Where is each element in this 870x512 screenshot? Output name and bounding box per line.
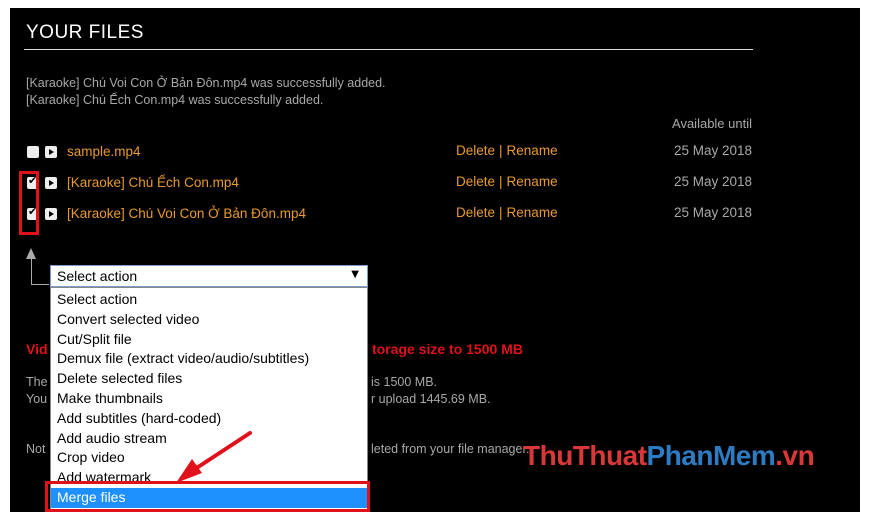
play-icon[interactable] [45,146,57,158]
merge-highlight-box [45,481,370,512]
status-message: [Karaoke] Chú Ếch Con.mp4 was successful… [26,93,324,107]
file-name-link[interactable]: [Karaoke] Chú Ếch Con.mp4 [67,175,239,190]
action-select-value: Select action [57,268,138,284]
delete-link[interactable]: Delete [456,143,495,158]
action-separator: | [499,205,503,220]
file-date: 25 May 2018 [673,205,752,220]
option-make-thumbnails[interactable]: Make thumbnails [51,389,367,409]
action-separator: | [499,174,503,189]
file-name-link[interactable]: [Karaoke] Chú Voi Con Ở Bản Đôn.mp4 [67,206,306,221]
watermark-logo: ThuThuatPhanMem.vn [523,440,815,472]
option-select-action[interactable]: Select action [51,290,367,310]
title-divider [24,49,753,50]
file-actions: Delete | Rename [456,174,558,189]
option-cut-split[interactable]: Cut/Split file [51,330,367,350]
rename-link[interactable]: Rename [507,174,558,189]
file-row: [Karaoke] Chú Voi Con Ở Bản Đôn.mp4 Dele… [10,204,860,224]
rename-link[interactable]: Rename [507,205,558,220]
watermark-part: .vn [775,440,815,471]
status-message: [Karaoke] Chú Voi Con Ở Bản Đôn.mp4 was … [26,76,386,90]
action-separator: | [499,143,503,158]
storage-info: You [26,392,48,406]
files-panel: YOUR FILES [Karaoke] Chú Voi Con Ở Bản Đ… [10,8,860,512]
file-date: 25 May 2018 [673,174,752,189]
option-demux[interactable]: Demux file (extract video/audio/subtitle… [51,349,367,369]
delete-link[interactable]: Delete [456,205,495,220]
file-date: 25 May 2018 [673,143,752,158]
checkbox-highlight-box [19,171,39,235]
storage-info: The [26,375,48,389]
video-limit-notice: torage size to 1500 MB [372,341,523,357]
file-actions: Delete | Rename [456,205,558,220]
arrow-connector [31,258,32,284]
watermark-part: ThuThuat [523,440,647,471]
storage-info: r upload 1445.69 MB. [371,392,491,406]
option-delete-files[interactable]: Delete selected files [51,369,367,389]
file-row: [Karaoke] Chú Ếch Con.mp4 Delete|Rename … [10,173,860,193]
file-row: sample.mp4 Delete | Rename 25 May 2018 [10,142,860,162]
dropdown-caret-icon: ▼ [351,269,359,280]
rename-link[interactable]: Rename [507,143,558,158]
available-until-header: Available until [672,116,752,131]
action-select[interactable]: Select action ▼ [50,265,368,287]
play-icon[interactable] [45,208,57,220]
red-arrow-icon [176,431,252,483]
delete-link[interactable]: Delete [456,174,495,189]
option-convert-video[interactable]: Convert selected video [51,310,367,330]
file-name-link[interactable]: sample.mp4 [67,144,141,159]
file-actions: Delete | Rename [456,143,558,158]
note-text: Not [26,442,46,456]
arrow-connector [31,284,49,285]
video-limit-notice: Vid [26,341,48,357]
note-text: leted from your file manager. [371,442,530,456]
page-title: YOUR FILES [26,22,144,43]
storage-info: is 1500 MB. [371,375,438,389]
watermark-part: PhanMem [646,440,776,471]
play-icon[interactable] [45,177,57,189]
file-checkbox[interactable] [27,146,39,158]
